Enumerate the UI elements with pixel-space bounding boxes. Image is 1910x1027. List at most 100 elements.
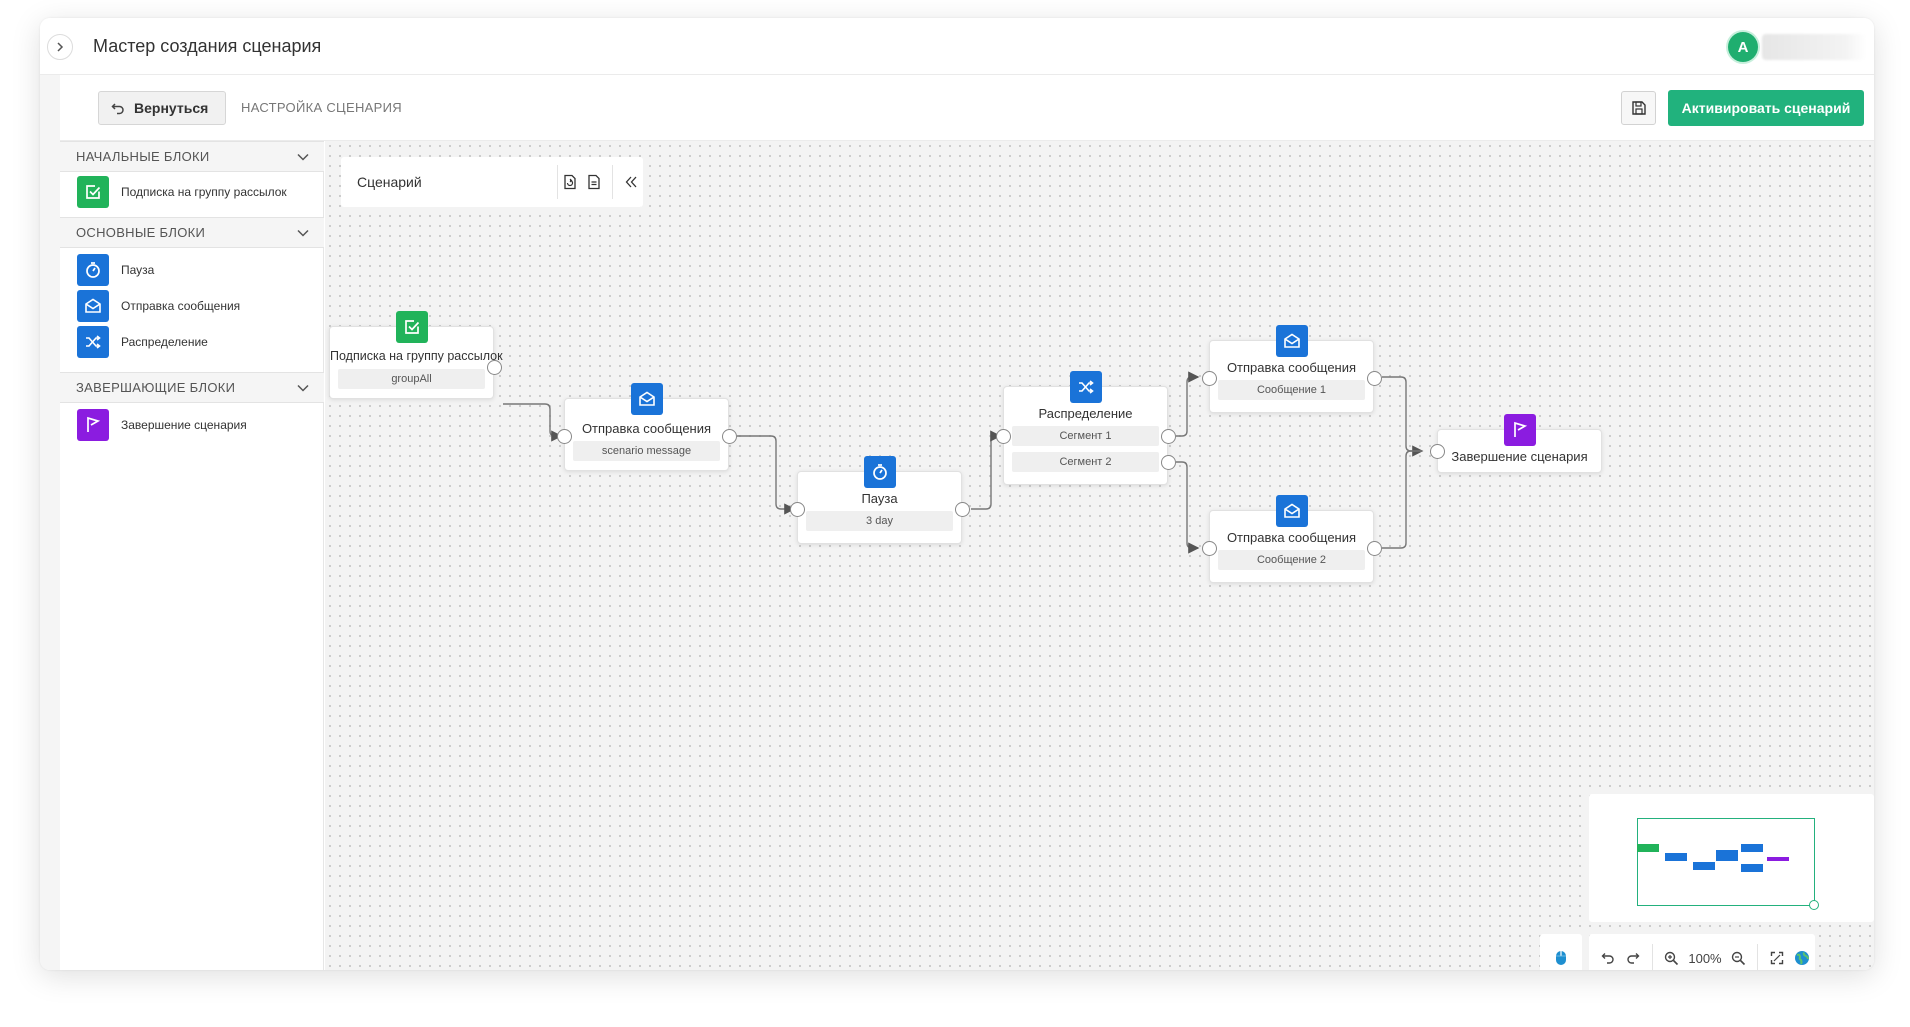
input-port[interactable] xyxy=(1202,371,1217,386)
zoom-level: 100% xyxy=(1688,950,1722,966)
redo-icon xyxy=(1627,953,1640,964)
node-title: Отправка сообщения xyxy=(1226,360,1357,375)
block-finish[interactable]: Завершение сценария xyxy=(77,408,247,442)
canvas-controls: 100% xyxy=(1589,934,1815,970)
group-main-blocks[interactable]: ОСНОВНЫЕ БЛОКИ xyxy=(60,217,324,248)
input-port[interactable] xyxy=(1202,541,1217,556)
output-port-segment-2[interactable] xyxy=(1161,455,1176,470)
document-button[interactable] xyxy=(582,169,606,195)
node-finish[interactable]: Завершение сценария xyxy=(1430,414,1602,473)
redo-button[interactable] xyxy=(1620,944,1645,970)
output-port[interactable] xyxy=(1367,371,1382,386)
group-title: ЗАВЕРШАЮЩИЕ БЛОКИ xyxy=(76,380,236,395)
output-port[interactable] xyxy=(1367,541,1382,556)
user-name-blurred[interactable] xyxy=(1762,34,1866,60)
expand-icon xyxy=(1770,951,1783,965)
connection-line xyxy=(1382,376,1424,457)
collapse-button[interactable] xyxy=(619,169,643,195)
output-port-segment-1[interactable] xyxy=(1161,429,1176,444)
import-button[interactable] xyxy=(558,169,582,195)
node-send-message[interactable]: Отправка сообщения scenario message xyxy=(557,383,737,471)
node-title: Завершение сценария xyxy=(1451,449,1588,464)
minimap-node xyxy=(1741,864,1763,872)
node-title: Отправка сообщения xyxy=(1226,530,1357,545)
mouse-mode-button[interactable] xyxy=(1547,944,1575,970)
node-tag: 3 day xyxy=(806,511,953,531)
activate-scenario-button[interactable]: Активировать сценарий xyxy=(1668,90,1864,126)
zoom-in-icon xyxy=(1664,951,1679,965)
input-port[interactable] xyxy=(1430,444,1445,459)
app-window: Мастер создания сценария A Вернуться НАС… xyxy=(40,18,1874,970)
node-tag-segment-1: Сегмент 1 xyxy=(1012,426,1159,446)
node-pause[interactable]: Пауза 3 day xyxy=(790,456,970,544)
zoom-in-button[interactable] xyxy=(1659,944,1684,970)
block-subscription[interactable]: Подписка на группу рассылок xyxy=(77,175,287,209)
node-tag: Сообщение 1 xyxy=(1218,380,1365,400)
save-button[interactable] xyxy=(1621,91,1656,125)
double-chevron-left-icon xyxy=(625,176,637,188)
group-start-blocks[interactable]: НАЧАЛЬНЫЕ БЛОКИ xyxy=(60,141,324,172)
minimap[interactable] xyxy=(1589,794,1874,922)
undo-button[interactable] xyxy=(1595,944,1620,970)
envelope-icon xyxy=(77,290,109,322)
node-tag: groupAll xyxy=(338,369,485,389)
output-port[interactable] xyxy=(722,429,737,444)
minimap-node xyxy=(1637,844,1659,852)
input-port[interactable] xyxy=(557,429,572,444)
output-port[interactable] xyxy=(955,502,970,517)
block-send-message[interactable]: Отправка сообщения xyxy=(77,289,240,323)
input-port[interactable] xyxy=(790,502,805,517)
zoom-out-button[interactable] xyxy=(1726,944,1751,970)
flow-canvas[interactable]: Сценарий Подписка на группу рассылок gro… xyxy=(325,141,1874,970)
node-send-message-1[interactable]: Отправка сообщения Сообщение 1 xyxy=(1202,325,1382,413)
save-icon xyxy=(1631,101,1646,115)
group-end-blocks[interactable]: ЗАВЕРШАЮЩИЕ БЛОКИ xyxy=(60,372,324,403)
minimap-resize-handle[interactable] xyxy=(1809,900,1819,910)
block-pause[interactable]: Пауза xyxy=(77,253,154,287)
scenario-toolbar: Сценарий xyxy=(341,157,643,207)
node-tag: Сообщение 2 xyxy=(1218,550,1365,570)
block-label: Распределение xyxy=(121,335,208,349)
output-port[interactable] xyxy=(487,360,502,375)
flag-icon xyxy=(1503,414,1536,446)
chevron-down-icon xyxy=(297,384,309,392)
connection-line xyxy=(503,403,563,442)
mouse-icon xyxy=(1556,951,1566,965)
node-title: Распределение xyxy=(1038,406,1133,421)
block-label: Подписка на группу рассылок xyxy=(121,185,287,199)
globe-button[interactable] xyxy=(1789,944,1814,970)
node-distribution[interactable]: Распределение Сегмент 1 Сегмент 2 xyxy=(996,371,1176,485)
envelope-icon xyxy=(1275,495,1308,527)
expand-sidebar-button[interactable] xyxy=(47,34,73,60)
block-label: Пауза xyxy=(121,263,155,277)
envelope-icon xyxy=(1275,325,1308,357)
globe-icon xyxy=(1795,951,1810,965)
fit-view-button[interactable] xyxy=(1764,944,1789,970)
node-subscription[interactable]: Подписка на группу рассылок groupAll xyxy=(329,311,503,399)
node-send-message-2[interactable]: Отправка сообщения Сообщение 2 xyxy=(1202,495,1382,583)
minimap-viewport[interactable] xyxy=(1637,818,1815,906)
input-port[interactable] xyxy=(996,429,1011,444)
node-title: Подписка на группу рассылок xyxy=(330,349,503,363)
timer-icon xyxy=(863,456,896,488)
block-distribution[interactable]: Распределение xyxy=(77,325,208,359)
avatar[interactable]: A xyxy=(1728,32,1758,62)
group-title: ОСНОВНЫЕ БЛОКИ xyxy=(76,225,206,240)
back-button[interactable]: Вернуться xyxy=(98,91,226,125)
document-icon xyxy=(588,174,600,190)
minimap-node xyxy=(1716,850,1738,861)
envelope-icon xyxy=(630,383,663,415)
checkbox-icon xyxy=(395,311,428,343)
connection-line xyxy=(971,430,1002,510)
blocks-sidebar: НАЧАЛЬНЫЕ БЛОКИ Подписка на группу рассы… xyxy=(60,141,324,970)
minimap-node xyxy=(1767,857,1789,861)
divider xyxy=(1757,944,1758,970)
flag-icon xyxy=(77,409,109,441)
file-import-icon xyxy=(564,174,576,190)
node-tag: scenario message xyxy=(573,441,720,461)
minimap-node xyxy=(1693,862,1715,870)
block-label: Завершение сценария xyxy=(121,418,247,432)
chevron-down-icon xyxy=(297,153,309,161)
page-title: Мастер создания сценария xyxy=(93,36,322,56)
connection-line xyxy=(737,435,796,515)
